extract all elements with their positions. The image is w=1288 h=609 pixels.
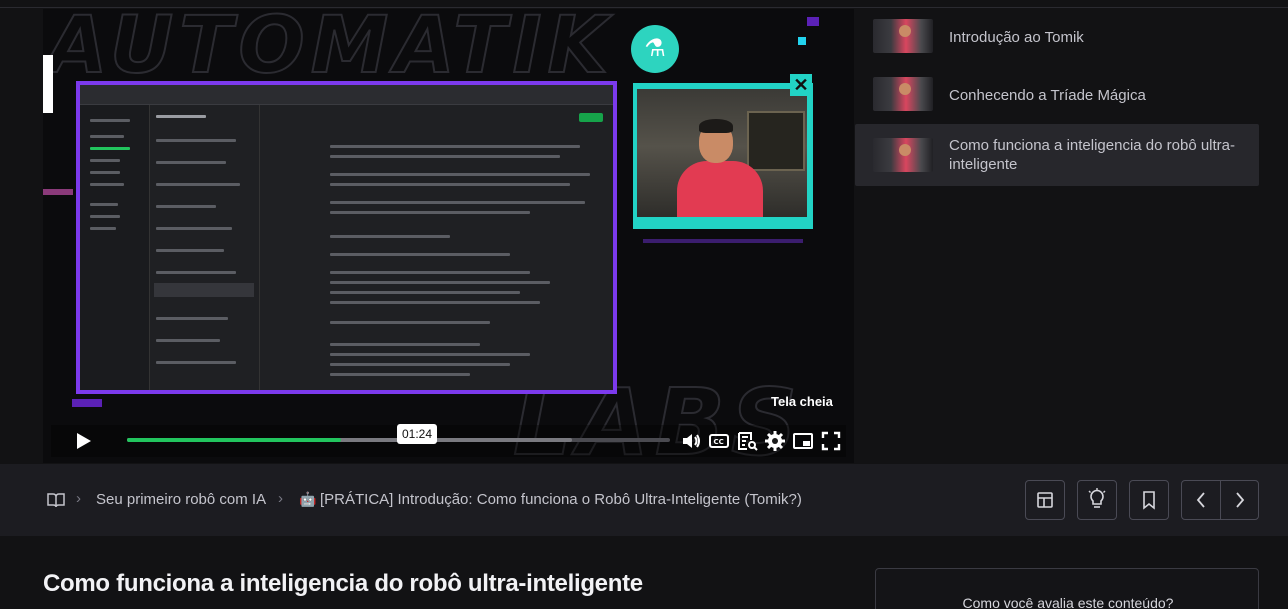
close-icon: ✕ [790, 74, 812, 96]
glitch-decoration [72, 399, 102, 407]
top-border [0, 0, 1288, 8]
fullscreen-tooltip: Tela cheia [771, 394, 833, 409]
glitch-decoration [43, 189, 73, 195]
lesson-navigation [1181, 480, 1259, 520]
glitch-decoration [807, 17, 819, 26]
play-button[interactable] [71, 429, 95, 453]
book-icon [47, 493, 65, 508]
volume-icon [683, 434, 700, 448]
glitch-decoration [798, 37, 806, 45]
lesson-thumbnail [873, 138, 933, 172]
video-background-lettering: AUTOMATIK [46, 9, 614, 92]
transcript-button[interactable] [735, 429, 759, 453]
tips-button[interactable] [1077, 480, 1117, 520]
layout-button[interactable] [1025, 480, 1065, 520]
video-player[interactable]: AUTOMATIK LABS ⚗ ✕ Tela cheia 01:24 CC [43, 9, 854, 463]
lesson-title: Como funciona a inteligencia do robô ult… [43, 570, 643, 597]
playlist-item-title: Introdução ao Tomik [949, 29, 1084, 46]
settings-icon [765, 431, 785, 451]
lightbulb-icon [1088, 488, 1106, 508]
chevron-right-icon: › [278, 490, 283, 507]
bookmark-icon [1143, 491, 1155, 510]
playlist-item-title: Como funciona a inteligencia do robô ult… [949, 137, 1236, 173]
breadcrumb-lesson: [PRÁTICA] Introdução: Como funciona o Ro… [320, 491, 802, 508]
play-icon [77, 433, 91, 449]
playlist-item[interactable]: Como funciona a inteligencia do robô ult… [855, 124, 1259, 186]
captions-button[interactable]: CC [707, 429, 731, 453]
course-home-link[interactable] [47, 492, 65, 508]
pip-button[interactable] [791, 429, 815, 453]
chevron-left-icon [1196, 492, 1205, 508]
playlist-item[interactable]: Introdução ao Tomik [855, 8, 1259, 66]
glitch-decoration [643, 239, 803, 243]
lesson-thumbnail [873, 19, 933, 53]
time-tooltip: 01:24 [397, 424, 438, 444]
flask-icon: ⚗ [631, 25, 679, 73]
pip-icon [793, 433, 813, 449]
screen-recording [76, 81, 617, 394]
next-lesson-button[interactable] [1221, 481, 1259, 519]
video-controls: 01:24 CC [51, 424, 846, 457]
layout-icon [1037, 492, 1053, 508]
lesson-thumbnail [873, 77, 933, 111]
transcript-icon [738, 432, 758, 451]
fullscreen-icon [821, 431, 841, 451]
previous-lesson-button[interactable] [1182, 481, 1220, 519]
webcam-overlay [633, 83, 813, 229]
svg-text:CC: CC [714, 438, 724, 446]
chevron-right-icon [1236, 492, 1245, 508]
rating-question: Como você avalia este conteúdo? [962, 595, 1174, 609]
robot-icon: 🤖 [299, 491, 317, 507]
captions-icon: CC [709, 434, 729, 448]
settings-button[interactable] [763, 429, 787, 453]
progress-bar[interactable]: 01:24 [127, 424, 670, 444]
played-bar [127, 438, 342, 442]
breadcrumb-course[interactable]: Seu primeiro robô com IA [96, 491, 266, 508]
volume-button[interactable] [679, 429, 703, 453]
video-decoration [43, 55, 53, 113]
rating-card: Como você avalia este conteúdo? [875, 568, 1259, 609]
chevron-right-icon: › [76, 490, 81, 507]
breadcrumb-bar: › Seu primeiro robô com IA › 🤖 [PRÁTICA]… [0, 464, 1288, 536]
fullscreen-button[interactable] [819, 429, 843, 453]
bookmark-button[interactable] [1129, 480, 1169, 520]
playlist-item[interactable]: Conhecendo a Tríade Mágica [855, 66, 1259, 124]
playlist-item-title: Conhecendo a Tríade Mágica [949, 87, 1146, 104]
